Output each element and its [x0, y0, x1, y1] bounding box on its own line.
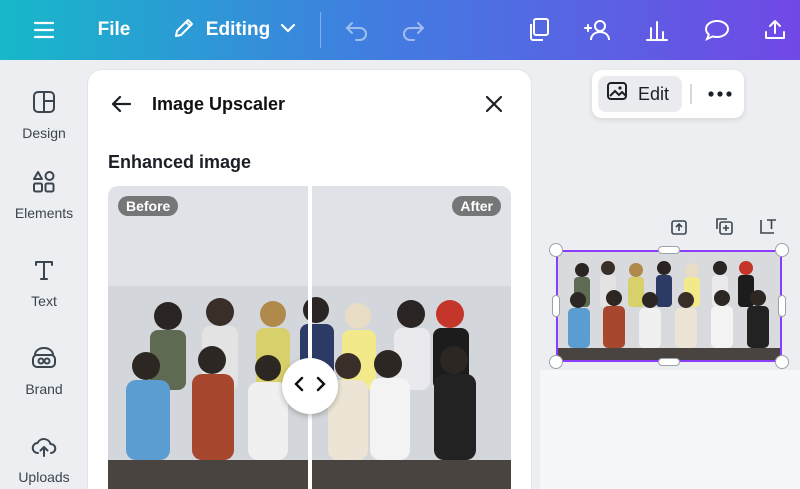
topbar-divider: [320, 12, 321, 48]
resize-handle-right[interactable]: [778, 295, 786, 317]
before-badge: Before: [118, 196, 179, 216]
canvas-page-area[interactable]: [540, 370, 800, 489]
text-icon: [32, 258, 56, 287]
toolbar-separator: [690, 84, 692, 104]
edit-image-icon: [606, 81, 630, 108]
redo-icon[interactable]: [398, 0, 428, 60]
elements-icon: [32, 170, 56, 199]
image-upscaler-panel: Image Upscaler Enhanced image Before Aft…: [88, 70, 531, 489]
add-text-corner-icon[interactable]: [758, 216, 780, 238]
chevron-right-icon: [315, 376, 327, 397]
section-title: Enhanced image: [108, 152, 252, 172]
more-options-icon[interactable]: [706, 84, 734, 104]
rail-item-uploads[interactable]: Uploads: [0, 434, 88, 485]
undo-icon[interactable]: [342, 0, 372, 60]
selection-frame: [556, 250, 782, 362]
design-icon: [32, 90, 56, 119]
chevron-left-icon: [293, 376, 305, 397]
rail-item-design[interactable]: Design: [0, 90, 88, 141]
resize-handle-bottom-right[interactable]: [775, 355, 789, 369]
add-text-above-icon[interactable]: [670, 218, 690, 238]
back-arrow-icon[interactable]: [110, 94, 134, 118]
resize-handle-top-left[interactable]: [549, 243, 563, 257]
chevron-down-icon: [280, 21, 296, 39]
editing-label: Editing: [205, 19, 271, 40]
resize-handle-bottom-left[interactable]: [549, 355, 563, 369]
duplicate-icon[interactable]: [524, 0, 554, 60]
comparison-slider-handle[interactable]: [282, 358, 338, 414]
resize-handle-bottom[interactable]: [658, 358, 680, 366]
before-after-comparison[interactable]: Before After: [108, 186, 511, 489]
rail-label-text: Text: [31, 293, 57, 309]
editing-dropdown[interactable]: Editing: [170, 0, 298, 60]
file-label: File: [97, 19, 131, 40]
rail-item-elements[interactable]: Elements: [0, 170, 88, 221]
file-menu[interactable]: File: [92, 0, 136, 60]
comparison-divider: [308, 186, 312, 489]
resize-handle-left[interactable]: [552, 295, 560, 317]
upload-share-icon[interactable]: [760, 0, 790, 60]
menu-icon[interactable]: [30, 0, 58, 60]
uploads-icon: [31, 434, 57, 463]
image-context-toolbar: Edit: [592, 70, 744, 118]
insights-icon[interactable]: [642, 0, 672, 60]
rail-item-text[interactable]: Text: [0, 258, 88, 309]
brand-icon: [31, 346, 57, 375]
share-people-icon[interactable]: [580, 0, 616, 60]
resize-handle-top-right[interactable]: [775, 243, 789, 257]
left-rail: Design Elements Text Brand Uploads: [0, 60, 88, 489]
rail-item-brand[interactable]: Brand: [0, 346, 88, 397]
top-bar: File Editing: [0, 0, 800, 60]
edit-image-button[interactable]: Edit: [598, 76, 682, 112]
after-badge: After: [452, 196, 501, 216]
comment-icon[interactable]: [702, 0, 732, 60]
rail-label-elements: Elements: [14, 205, 74, 221]
rail-label-design: Design: [22, 125, 66, 141]
rail-label-brand: Brand: [25, 381, 63, 397]
pencil-icon: [172, 16, 196, 45]
duplicate-element-icon[interactable]: [714, 216, 736, 238]
close-icon[interactable]: [484, 94, 506, 116]
edit-label: Edit: [638, 83, 670, 104]
rail-label-uploads: Uploads: [18, 469, 70, 485]
resize-handle-top[interactable]: [658, 246, 680, 254]
panel-title: Image Upscaler: [152, 94, 286, 114]
